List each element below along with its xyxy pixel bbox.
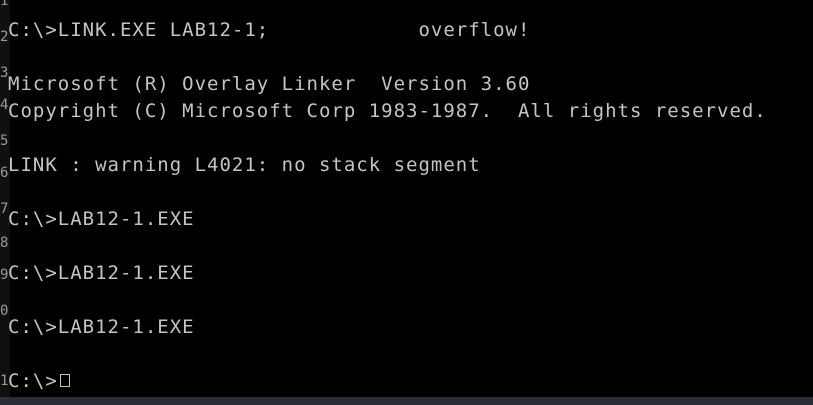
console-output: C:\>LINK.EXE LAB12-1; overflow! Microsof… xyxy=(8,0,813,397)
command-prompt-line[interactable]: C:\> xyxy=(8,368,813,395)
console-line: LINK : warning L4021: no stack segment xyxy=(8,154,481,176)
console-line: Microsoft (R) Overlay Linker Version 3.6… xyxy=(8,73,531,95)
console-line: C:\>LAB12-1.EXE xyxy=(8,208,195,230)
console-line: C:\>LAB12-1.EXE xyxy=(8,262,195,284)
text-cursor xyxy=(59,373,70,387)
dos-console-window[interactable]: 1 2 3 4 5 6 7 8 9 0 1 C:\>LINK.EXE LAB12… xyxy=(0,0,813,405)
window-bottom-bar xyxy=(0,397,813,405)
console-line: C:\>LINK.EXE LAB12-1; overflow! xyxy=(8,19,531,41)
console-line: Copyright (C) Microsoft Corp 1983-1987. … xyxy=(8,100,767,122)
command-prompt: C:\> xyxy=(8,370,58,392)
console-line: C:\>LAB12-1.EXE xyxy=(8,316,195,338)
